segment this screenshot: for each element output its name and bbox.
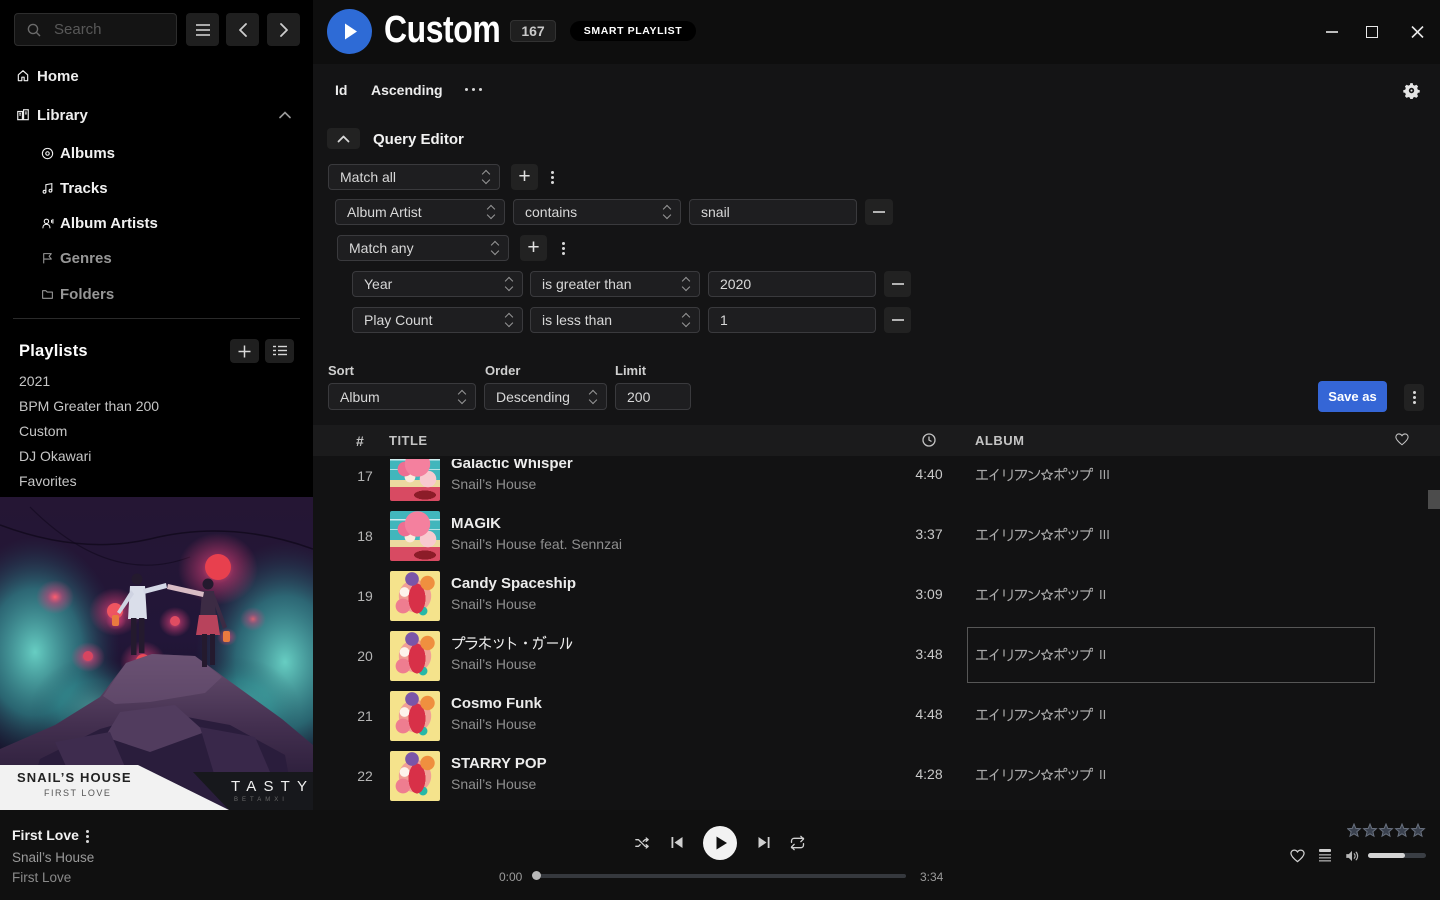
svg-text:TASTY: TASTY [231,778,313,795]
svg-text:SNAIL’S HOUSE: SNAIL’S HOUSE [17,770,132,785]
svg-text:BETAMXI: BETAMXI [234,797,288,803]
svg-text:FIRST LOVE: FIRST LOVE [44,788,111,798]
